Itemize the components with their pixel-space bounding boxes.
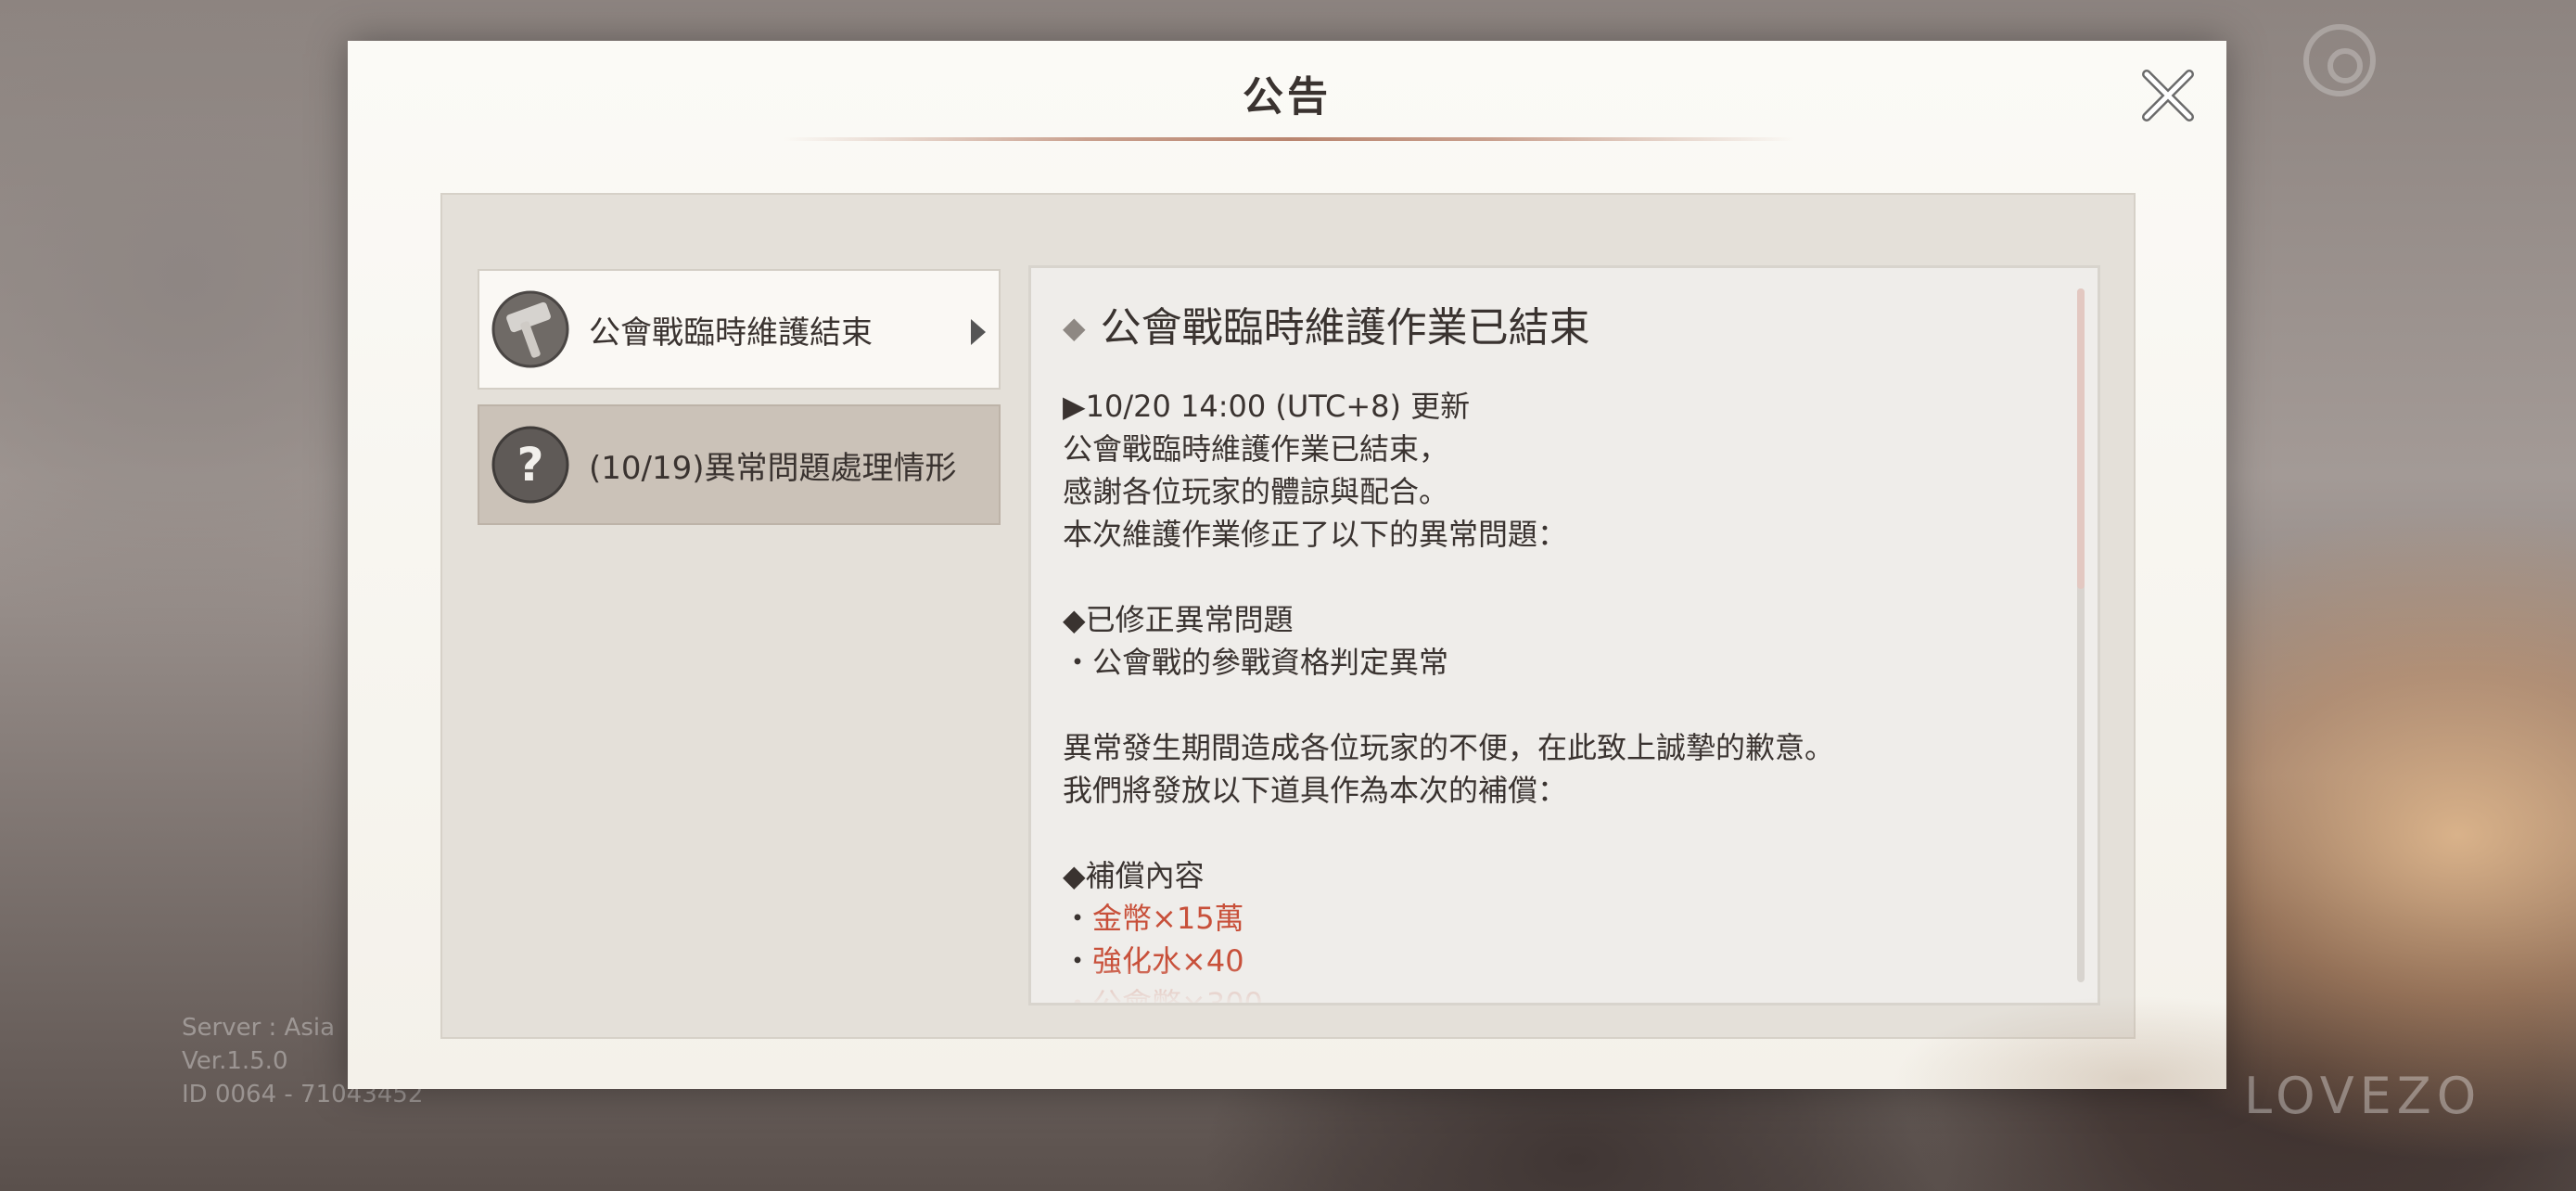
svg-text:?: ? [516,438,543,492]
body-line [1063,812,2046,854]
body-line: ◆已修正異常問題 [1063,602,1294,637]
settings-gear-icon [2303,24,2376,96]
body-line: 我們將發放以下道具作為本次的補償： [1063,773,1568,808]
content-scrollbar[interactable] [2077,288,2085,982]
body-line: 本次維護作業修正了以下的異常問題： [1063,517,1568,552]
game-logo: LOVEZO [2244,1067,2482,1125]
scrollbar-thumb[interactable] [2077,288,2085,589]
dialog-body: 公會戰臨時維護結束 ? (10/19)異常問題處理情形 ◆ 公會戰臨時維護作業已結… [440,193,2136,1039]
body-line [1063,556,2046,598]
announcement-body: ▶10/20 14:00 (UTC+8) 更新 公會戰臨時維護作業已結束， 感謝… [1063,385,2046,1003]
hammer-icon [489,288,572,371]
announcement-content[interactable]: ◆ 公會戰臨時維護作業已結束 ▶10/20 14:00 (UTC+8) 更新 公會… [1028,265,2100,1005]
scroll-fade [1031,966,2098,1003]
bullet: ・ [1063,901,1093,936]
game-background: Server : Asia Ver.1.5.0 ID 0064 - 710434… [0,0,2576,1191]
close-icon [2142,70,2194,122]
body-line: 感謝各位玩家的體諒與配合。 [1063,474,1449,509]
announcement-item-label: 公會戰臨時維護結束 [589,314,873,352]
body-line: 公會戰臨時維護作業已結束， [1063,431,1449,467]
chevron-right-icon [971,319,986,345]
announcement-item-guild-war-maintenance[interactable]: 公會戰臨時維護結束 [478,269,1001,390]
body-line: ▶10/20 14:00 (UTC+8) 更新 [1063,389,1471,424]
body-line: 異常發生期間造成各位玩家的不便，在此致上誠摯的歉意。 [1063,730,1835,765]
diamond-icon: ◆ [1063,310,1086,345]
announcement-dialog: 公告 公會戰臨時維護結束 ? (10/19)異常問題處理情形 ◆ 公會戰臨時維護… [348,41,2226,1089]
dialog-title: 公告 [1243,73,1332,121]
announcement-heading-text: 公會戰臨時維護作業已結束 [1100,304,1590,352]
body-line: ◆補償內容 [1063,858,1205,893]
body-line [1063,684,2046,726]
reward-gold: 金幣×15萬 [1092,901,1244,936]
body-line: ・公會戰的參戰資格判定異常 [1063,645,1449,680]
title-divider [784,137,1794,141]
close-button[interactable] [2136,63,2200,128]
reward-line: ・金幣×15萬 [1063,897,2046,940]
question-icon: ? [489,423,572,506]
announcement-heading: ◆ 公會戰臨時維護作業已結束 [1063,294,1590,353]
announcement-item-label: (10/19)異常問題處理情形 [589,449,957,487]
announcement-item-issue-status[interactable]: ? (10/19)異常問題處理情形 [478,404,1001,525]
